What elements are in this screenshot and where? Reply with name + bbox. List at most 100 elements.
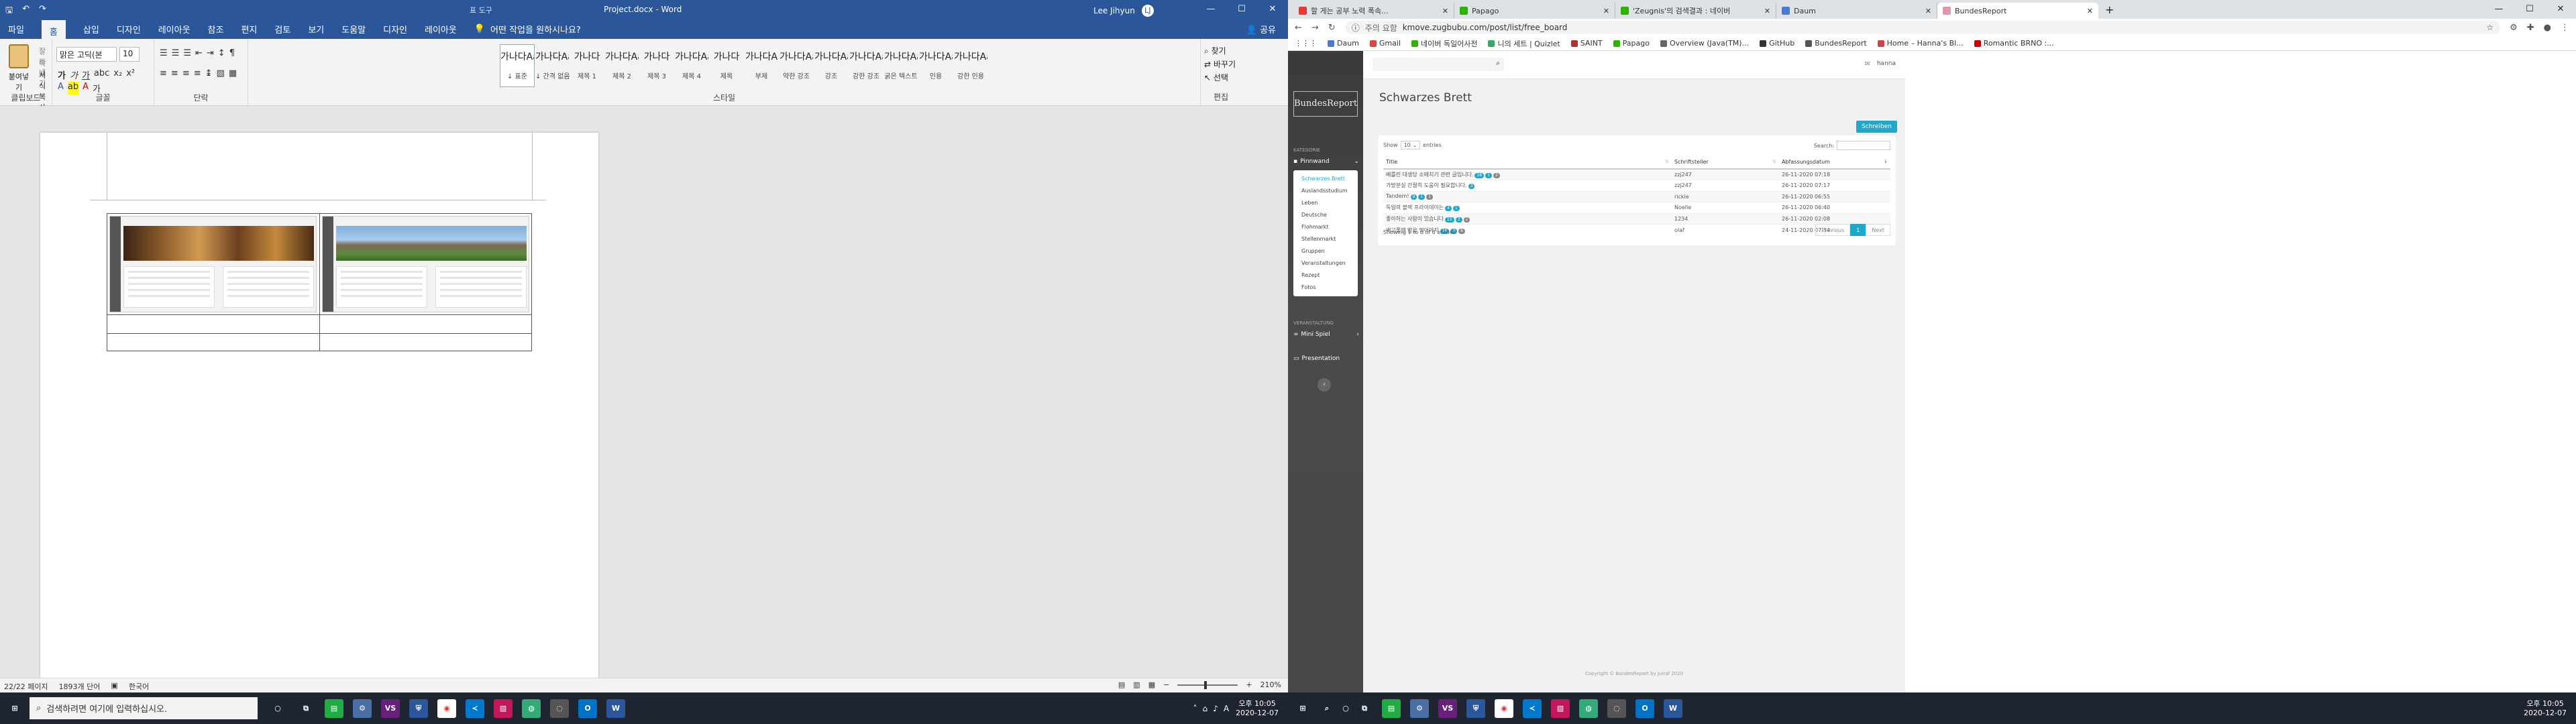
star-icon[interactable]: ☆	[2486, 23, 2493, 32]
superscript-icon[interactable]: x²	[126, 68, 135, 81]
visual-studio-icon[interactable]: VS	[1438, 699, 1457, 718]
style-gallery-item[interactable]: 가나다AaI 인용	[918, 44, 953, 87]
tab-insert[interactable]: 삽입	[83, 23, 99, 36]
undo-icon[interactable]: ↶	[22, 4, 30, 19]
zoom-level[interactable]: 210%	[1260, 680, 1281, 689]
column-header-author[interactable]: Schriftsteller ⇅	[1672, 156, 1779, 170]
new-tab-icon[interactable]: +	[2098, 3, 2121, 19]
embedded-screenshot[interactable]	[109, 216, 317, 312]
underline-icon[interactable]: 가	[82, 68, 90, 81]
style-gallery-item[interactable]: 가나다AaI 강조	[814, 44, 849, 87]
messages-icon[interactable]: ✉	[1865, 60, 1870, 68]
forward-icon[interactable]: →	[1311, 23, 1319, 33]
account-area[interactable]: Lee Jihyun LJ	[1093, 5, 1154, 17]
bold-icon[interactable]: 가	[58, 68, 66, 81]
table-row[interactable]: 배고플땐 밥을 먹어야지 26 3 6 olaf 24-11-2020 07:34	[1383, 224, 1890, 235]
windows-start-icon[interactable]: ⊞	[1288, 699, 1318, 718]
style-gallery-item[interactable]: 가나다AaI 약한 강조	[779, 44, 814, 87]
shading-icon[interactable]: ▧	[217, 68, 225, 78]
submenu-item[interactable]: Schwarzes Brett	[1293, 173, 1358, 185]
select-button[interactable]: ↖ 선택	[1204, 71, 1236, 84]
app-icon[interactable]: ◍	[522, 699, 541, 718]
vscode-icon[interactable]: ≺	[1523, 699, 1542, 718]
align-left-icon[interactable]: ≡	[160, 68, 167, 78]
outlook-icon[interactable]: O	[1635, 699, 1654, 718]
style-gallery-item[interactable]: 가나다AaI 강한 인용	[953, 44, 988, 87]
reload-icon[interactable]: ↻	[1328, 23, 1336, 33]
entries-select[interactable]: 10 ⌄	[1400, 141, 1421, 149]
word-count[interactable]: 1893개 단어	[59, 681, 101, 692]
style-gallery-item[interactable]: 가나다 제목	[709, 44, 744, 87]
tray-up-icon[interactable]: ˄	[1193, 704, 1197, 713]
zoom-out-icon[interactable]: −	[1163, 680, 1169, 689]
print-layout-icon[interactable]: ▥	[1133, 680, 1140, 689]
close-tab-icon[interactable]: ✕	[1764, 7, 1770, 15]
minimize-icon[interactable]: —	[1195, 0, 1226, 19]
style-gallery-item[interactable]: 가나다 제목 1	[570, 44, 604, 87]
bookmark-item[interactable]: SAINT	[1570, 39, 1603, 48]
address-bar[interactable]: ⓘ 주의 요함 kmove.zugbubu.com/post/list/free…	[1344, 21, 2501, 34]
column-header-title[interactable]: Title ⇅	[1383, 156, 1672, 170]
submenu-item[interactable]: Gruppen	[1293, 245, 1358, 257]
sidebar-item-mini-spiel[interactable]: ∞ Mini Spiel ›	[1293, 331, 1359, 338]
tab-references[interactable]: 참조	[208, 23, 224, 36]
zoom-slider[interactable]	[1177, 680, 1238, 689]
tab-help[interactable]: 도움말	[341, 23, 366, 36]
redo-icon[interactable]: ↷	[39, 4, 46, 19]
multilevel-list-icon[interactable]: ☰	[183, 48, 191, 58]
replace-button[interactable]: ⇄ 바꾸기	[1204, 58, 1236, 71]
document-canvas[interactable]	[0, 106, 1288, 682]
extension-icon[interactable]: ⚙	[2510, 23, 2518, 33]
proofing-icon[interactable]: ▣	[111, 681, 117, 692]
vscode-icon[interactable]: ≺	[466, 699, 484, 718]
submenu-item[interactable]: Veranstaltungen	[1293, 257, 1358, 269]
share-button[interactable]: 👤 공유	[1246, 23, 1276, 36]
submenu-item[interactable]: Rezept	[1293, 269, 1358, 282]
style-gallery-item[interactable]: 가나다AaI 제목 2	[604, 44, 639, 87]
profile-icon[interactable]: ●	[2544, 23, 2551, 33]
post-title-cell[interactable]: 좋아하는 사람이 있습니다 15 3 2	[1383, 213, 1672, 225]
post-title-cell[interactable]: 독일의 블랙 프라이데이는 4 1	[1383, 202, 1672, 213]
shield-icon[interactable]: ⛨	[409, 699, 428, 718]
close-tab-icon[interactable]: ✕	[1925, 7, 1931, 15]
app-icon[interactable]: ◌	[550, 699, 569, 718]
style-gallery-item[interactable]: 가나다 제목 3	[639, 44, 674, 87]
sort-icon[interactable]: ↕	[218, 48, 225, 58]
decrease-indent-icon[interactable]: ⇤	[195, 48, 203, 58]
subscript-icon[interactable]: x₂	[113, 68, 122, 81]
next-button[interactable]: Next	[1866, 224, 1890, 236]
app-icon[interactable]: ◍	[1579, 699, 1598, 718]
puzzle-icon[interactable]: ✚	[2527, 23, 2534, 33]
apps-icon[interactable]: ⋮⋮⋮	[1295, 39, 1317, 48]
tab-design[interactable]: 디자인	[117, 23, 141, 36]
table-row[interactable]: 좋아하는 사람이 있습니다 15 3 2 1234 26-11-2020 02:08	[1383, 213, 1890, 225]
table-row[interactable]: 독일의 블랙 프라이데이는 4 1 Noelle 26-11-2020 06:40	[1383, 202, 1890, 213]
submenu-item[interactable]: Flohmarkt	[1293, 221, 1358, 233]
site-user[interactable]: hanna	[1877, 60, 1896, 67]
bookmark-item[interactable]: Papago	[1613, 39, 1650, 48]
style-gallery-item[interactable]: 가나다AaI 굵은 텍스트	[883, 44, 918, 87]
italic-icon[interactable]: 가	[70, 68, 78, 81]
sidebar-item-presentation[interactable]: ▭ Presentation	[1293, 355, 1359, 362]
browser-tab[interactable]: Papago ✕	[1454, 3, 1615, 19]
zoom-slider-thumb[interactable]	[1204, 680, 1208, 689]
taskbar-search[interactable]: ⌕ 검색하려면 여기에 입력하십시오.	[30, 697, 258, 719]
align-right-icon[interactable]: ≡	[182, 68, 190, 78]
cortana-icon[interactable]: ○	[268, 699, 287, 718]
pilcrow-icon[interactable]: ¶	[229, 48, 235, 58]
sidebar-item-pinnwand[interactable]: ▪ Pinnwand ⌄	[1293, 158, 1359, 165]
save-icon[interactable]: 🖫	[5, 4, 13, 19]
tab-table-layout[interactable]: 레이아웃	[425, 23, 457, 36]
post-title-link[interactable]: 베를린 대생당 소매치기 관련 글입니다.	[1386, 172, 1473, 178]
menu-icon[interactable]: ⋮	[2561, 23, 2569, 33]
back-icon[interactable]: ←	[1295, 23, 1302, 33]
line-spacing-icon[interactable]: ↨	[205, 68, 213, 78]
app-icon[interactable]: ◌	[1607, 699, 1626, 718]
windows-start-icon[interactable]: ⊞	[0, 699, 30, 718]
close-tab-icon[interactable]: ✕	[1603, 7, 1609, 15]
find-button[interactable]: ⌕ 찾기	[1204, 44, 1236, 58]
style-gallery-item[interactable]: 가나다AaI 강한 강조	[849, 44, 883, 87]
increase-indent-icon[interactable]: ⇥	[207, 48, 214, 58]
table-row[interactable]: 가방분실 간절히 도움이 필요합니다. 3 zzj247 26-11-2020 07:…	[1383, 180, 1890, 191]
align-center-icon[interactable]: ≡	[171, 68, 178, 78]
